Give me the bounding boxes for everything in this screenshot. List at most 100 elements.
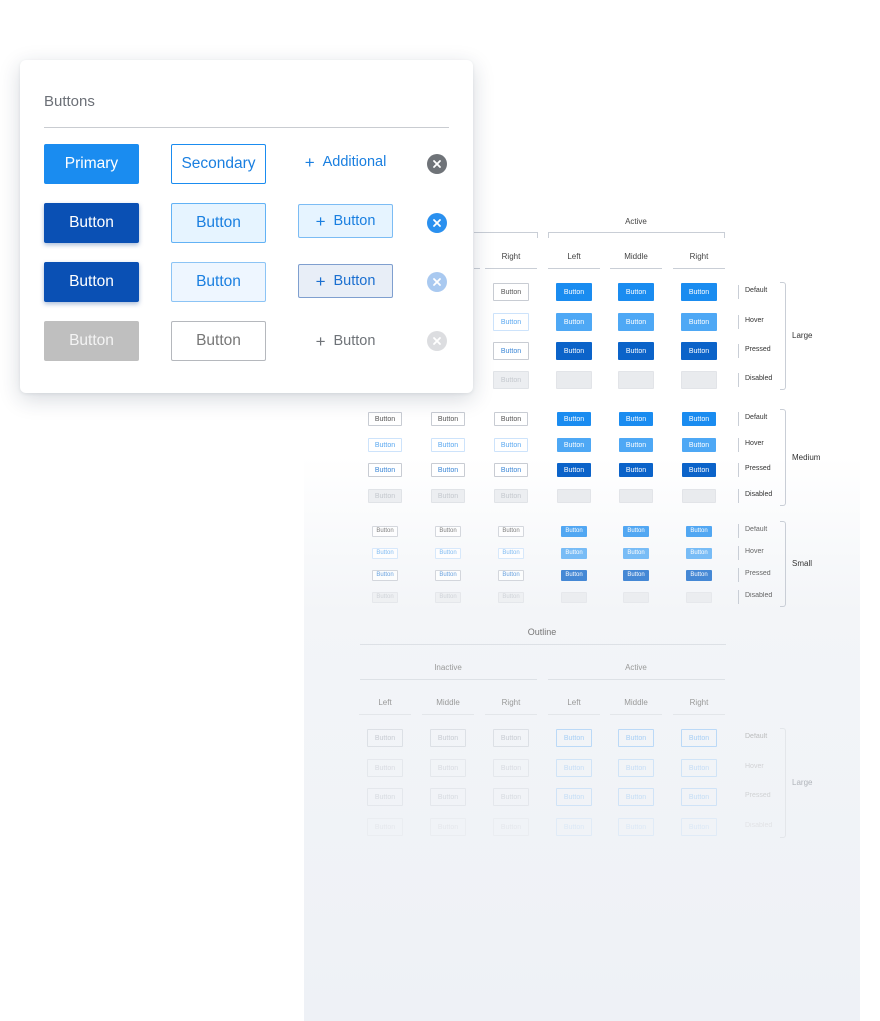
spec-button: Button: [556, 313, 592, 331]
size-bracket: [780, 282, 786, 390]
outline-spec-button: Button: [681, 729, 717, 747]
group-rule: [474, 232, 537, 233]
additional-button-label: Button: [333, 213, 376, 229]
outline-group: Inactive: [434, 663, 462, 672]
spec-button: Button: [686, 591, 712, 603]
column-header: Middle: [624, 252, 648, 261]
spec-button: Button: [618, 342, 654, 360]
spec-button: Button: [368, 463, 402, 477]
outline-state-label: Default: [745, 733, 768, 740]
additional-button-hover[interactable]: + Button: [298, 204, 393, 238]
spec-button: Button: [368, 489, 402, 503]
column-rule: [610, 268, 662, 269]
additional-button[interactable]: + Additional: [298, 145, 393, 179]
secondary-button-disabled[interactable]: Button: [171, 321, 266, 361]
spec-button: Button: [494, 489, 528, 503]
outline-column-rule: [485, 714, 537, 715]
outline-spec-button: Button: [367, 729, 403, 747]
primary-button[interactable]: Primary: [44, 144, 139, 184]
close-circle-icon[interactable]: [427, 154, 447, 174]
state-label: Pressed: [745, 346, 771, 353]
spec-button: Button: [681, 313, 717, 331]
spec-button: Button: [618, 283, 654, 301]
close-circle-icon-disabled[interactable]: [427, 331, 447, 351]
outline-title: Outline: [527, 627, 557, 637]
column-rule: [673, 268, 725, 269]
state-tick: [738, 285, 739, 299]
size-label: Small: [792, 559, 813, 568]
spec-button: Button: [494, 438, 528, 452]
outline-spec-button: Button: [618, 729, 654, 747]
outline-column-header: Middle: [624, 698, 648, 707]
spec-button: Button: [623, 569, 649, 581]
state-label: Hover: [745, 317, 764, 324]
column-header: Left: [567, 252, 581, 261]
group-rule-tick: [548, 232, 549, 238]
column-rule: [485, 268, 537, 269]
outline-spec-button: Button: [618, 759, 654, 777]
spec-button: Button: [498, 525, 524, 537]
additional-button-disabled[interactable]: + Button: [298, 324, 393, 358]
state-label: Disabled: [745, 491, 773, 498]
outline-spec-button: Button: [556, 759, 592, 777]
spec-button: Button: [619, 412, 653, 426]
spec-button: Button: [623, 591, 649, 603]
spec-button: Button: [619, 463, 653, 477]
state-tick: [738, 489, 739, 503]
state-label: Default: [745, 414, 768, 421]
spec-button: Button: [623, 525, 649, 537]
secondary-button-pressed[interactable]: Button: [171, 262, 266, 302]
spec-button: Button: [686, 525, 712, 537]
spec-button: Button: [682, 463, 716, 477]
spec-button: Button: [557, 438, 591, 452]
close-circle-icon-hover[interactable]: [427, 213, 447, 233]
outline-spec-button: Button: [681, 759, 717, 777]
group-rule-tick: [537, 232, 538, 238]
plus-icon: +: [315, 331, 326, 351]
state-label: Default: [745, 287, 768, 294]
additional-button-label: Button: [333, 273, 376, 289]
spec-button: Button: [619, 438, 653, 452]
outline-spec-button: Button: [556, 818, 592, 836]
state-label: Hover: [745, 548, 764, 555]
outline-spec-button: Button: [430, 729, 466, 747]
state-tick: [738, 590, 739, 604]
plus-icon: +: [315, 211, 326, 231]
spec-button: Button: [686, 569, 712, 581]
close-circle-icon-pressed[interactable]: [427, 272, 447, 292]
outline-column-header: Right: [689, 698, 709, 707]
secondary-button[interactable]: Secondary: [171, 144, 266, 184]
outline-spec-button: Button: [681, 818, 717, 836]
column-header: Right: [501, 252, 521, 261]
column-rule: [474, 268, 480, 269]
outline-spec-button: Button: [367, 788, 403, 806]
outline-column-header: Middle: [436, 698, 460, 707]
outline-column-rule: [610, 714, 662, 715]
outline-column-rule: [359, 714, 411, 715]
outline-spec-button: Button: [493, 759, 529, 777]
spec-button: Button: [618, 313, 654, 331]
additional-button-pressed[interactable]: + Button: [298, 264, 393, 298]
spec-button: Button: [556, 342, 592, 360]
spec-button: Button: [431, 489, 465, 503]
spec-button: Button: [498, 569, 524, 581]
outline-group-rule: [360, 679, 537, 680]
spec-button: Button: [494, 463, 528, 477]
state-tick: [738, 438, 739, 452]
spec-button: Button: [556, 371, 592, 389]
spec-button: Button: [368, 412, 402, 426]
outline-column-rule: [422, 714, 474, 715]
state-tick: [738, 463, 739, 477]
spec-button: Button: [682, 412, 716, 426]
primary-button-pressed[interactable]: Button: [44, 262, 139, 302]
outline-column-rule: [673, 714, 725, 715]
spec-button: Button: [372, 591, 398, 603]
primary-button-disabled[interactable]: Button: [44, 321, 139, 361]
secondary-button-hover[interactable]: Button: [171, 203, 266, 243]
plus-icon: +: [315, 271, 326, 291]
spec-button: Button: [561, 591, 587, 603]
spec-button: Button: [498, 591, 524, 603]
primary-button-hover[interactable]: Button: [44, 203, 139, 243]
state-tick: [738, 315, 739, 329]
additional-button-label: Button: [333, 333, 376, 349]
